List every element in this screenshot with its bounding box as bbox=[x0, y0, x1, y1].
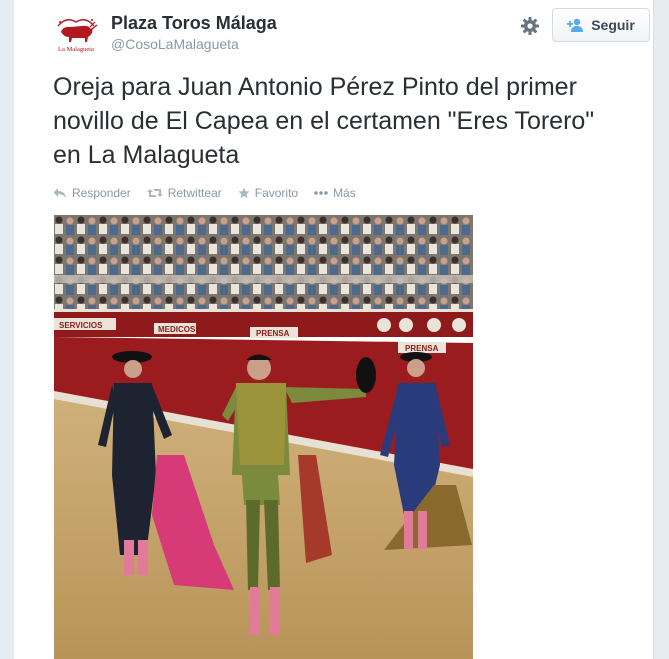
reply-button[interactable]: Responder bbox=[53, 186, 131, 200]
bull-logo-icon: La Malagueta bbox=[52, 10, 100, 54]
favorite-button[interactable]: Favorito bbox=[238, 186, 298, 200]
tweet-card: La Malagueta Plaza Toros Málaga @CosoLaM… bbox=[14, 0, 653, 659]
sign-medicos: MEDICOS bbox=[158, 325, 196, 334]
tweet-actions: Responder Retwittear Favorito Más bbox=[53, 186, 356, 200]
retweet-label: Retwittear bbox=[167, 186, 222, 200]
tweet-text: Oreja para Juan Antonio Pérez Pinto del … bbox=[53, 73, 595, 169]
favorite-label: Favorito bbox=[254, 186, 299, 200]
more-button[interactable]: Más bbox=[314, 186, 356, 200]
sign-prensa-right: PRENSA bbox=[405, 344, 439, 353]
follow-button-label: Seguir bbox=[591, 17, 635, 33]
retweet-button[interactable]: Retwittear bbox=[146, 186, 222, 200]
settings-gear-button[interactable] bbox=[519, 15, 541, 37]
scrollbar[interactable] bbox=[653, 0, 669, 659]
sign-servicios: SERVICIOS bbox=[59, 321, 103, 330]
more-dots-icon bbox=[314, 191, 328, 195]
sign-prensa: PRENSA bbox=[256, 329, 290, 338]
reply-label: Responder bbox=[72, 186, 131, 200]
add-user-icon bbox=[567, 18, 584, 32]
star-icon bbox=[238, 187, 250, 199]
gear-icon bbox=[521, 17, 539, 35]
retweet-icon bbox=[146, 189, 163, 197]
user-handle[interactable]: @CosoLaMalagueta bbox=[111, 36, 239, 52]
more-label: Más bbox=[333, 186, 356, 200]
avatar[interactable]: La Malagueta bbox=[52, 10, 100, 54]
bullring-photo: SERVICIOS MEDICOS PRENSA PRENSA bbox=[54, 215, 473, 659]
page-background-left bbox=[0, 0, 14, 659]
svg-text:La Malagueta: La Malagueta bbox=[58, 46, 94, 53]
reply-icon bbox=[53, 188, 66, 198]
user-name[interactable]: Plaza Toros Málaga bbox=[111, 13, 277, 34]
follow-button[interactable]: Seguir bbox=[552, 8, 650, 42]
tweet-header: La Malagueta Plaza Toros Málaga @CosoLaM… bbox=[52, 8, 650, 56]
tweet-photo[interactable]: SERVICIOS MEDICOS PRENSA PRENSA bbox=[54, 215, 473, 659]
